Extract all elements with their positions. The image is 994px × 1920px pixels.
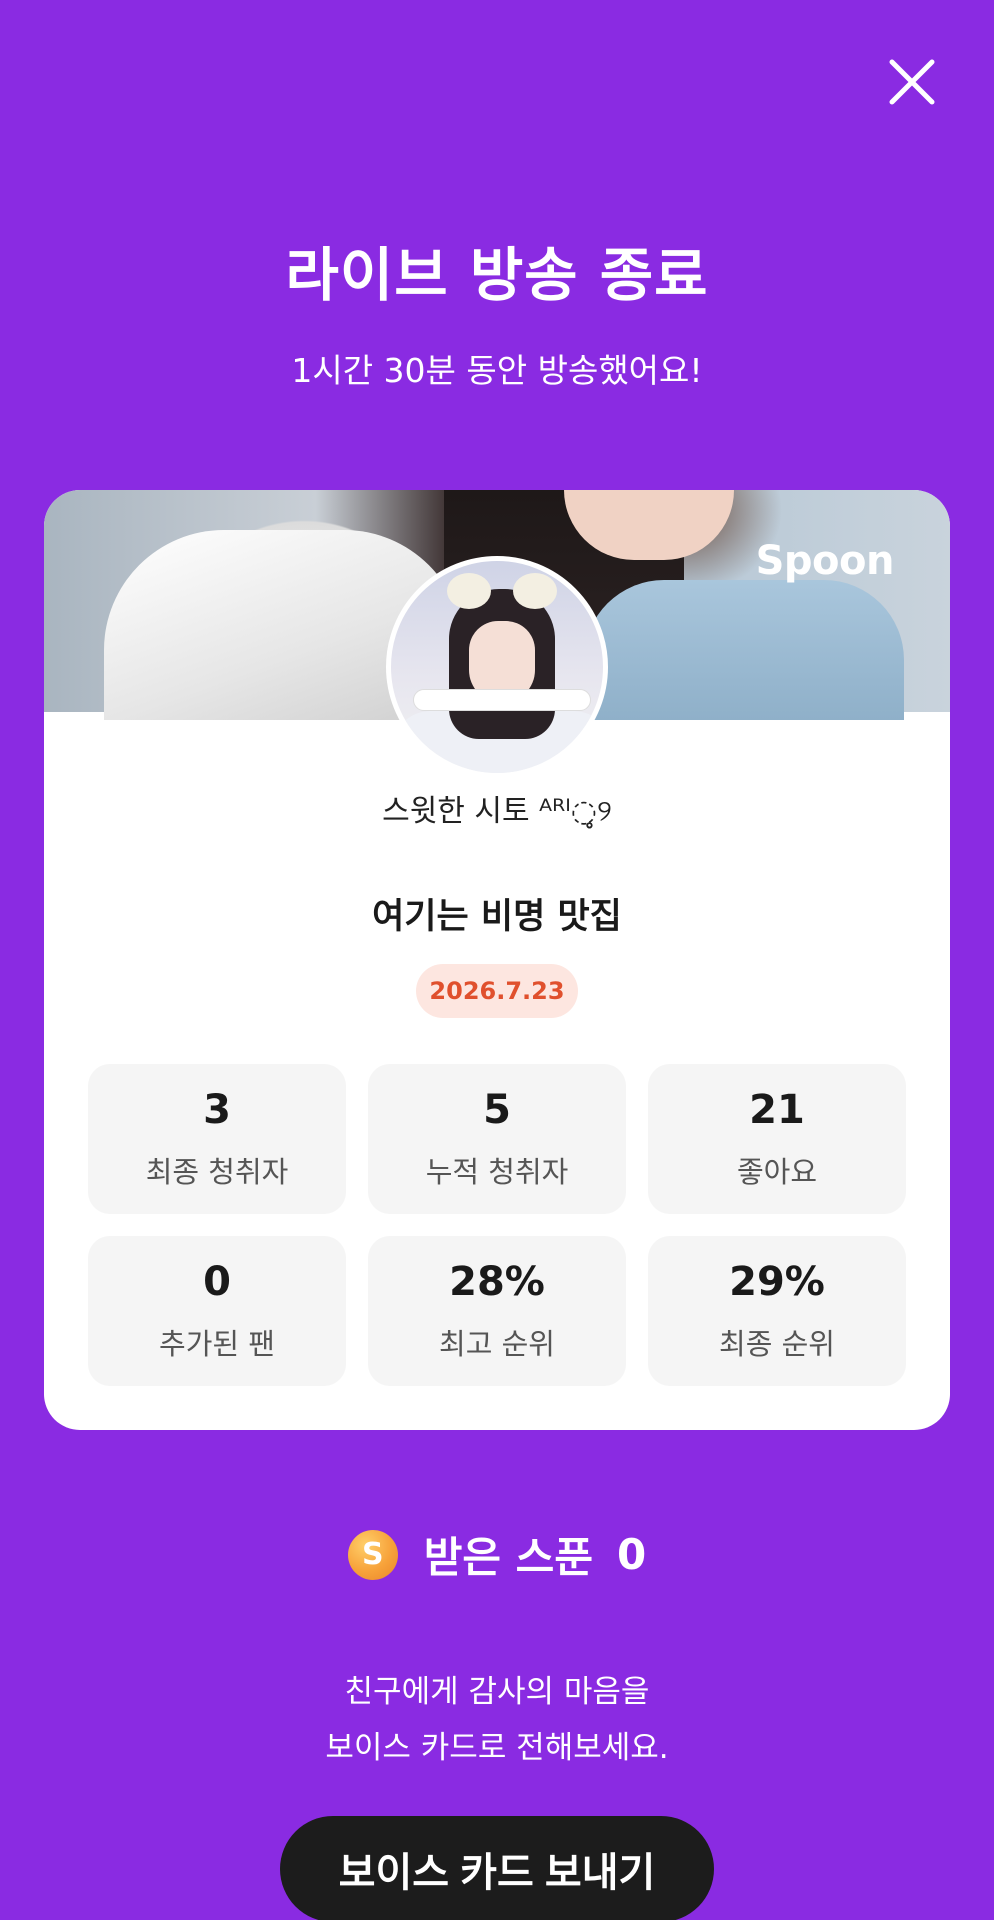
stat-new-fans: 0 추가된 팬	[88, 1236, 346, 1386]
stat-value: 29%	[729, 1259, 825, 1305]
received-spoons-label: 받은 스푼	[423, 1533, 593, 1582]
spoon-coin-icon: S	[347, 1529, 398, 1580]
stat-value: 21	[749, 1087, 805, 1133]
stat-value: 28%	[449, 1259, 545, 1305]
stat-label: 최종 순위	[719, 1327, 835, 1361]
stat-label: 추가된 팬	[159, 1327, 275, 1361]
page-title: 라이브 방송 종료	[285, 241, 709, 309]
stat-total-listeners: 5 누적 청취자	[368, 1064, 626, 1214]
stat-final-rank: 29% 최종 순위	[648, 1236, 906, 1386]
thanks-message-line2: 보이스 카드로 전해보세요.	[325, 1730, 669, 1766]
stat-value: 0	[203, 1259, 231, 1305]
stats-grid: 3 최종 청취자 5 누적 청취자 21 좋아요 0 추가된 팬 28% 최고 …	[88, 1064, 906, 1386]
room-title: 여기는 비명 맛집	[372, 897, 622, 937]
dj-nickname: 스윗한 시토 ᴬᴿᴵ◌̥୨	[382, 794, 612, 829]
stat-label: 좋아요	[736, 1155, 818, 1189]
thanks-message: 친구에게 감사의 마음을 보이스 카드로 전해보세요.	[0, 1664, 994, 1776]
send-voice-card-button[interactable]: 보이스 카드 보내기	[280, 1816, 714, 1920]
spoon-logo: Spoon	[755, 538, 895, 584]
stat-value: 5	[483, 1087, 511, 1133]
avatar	[386, 556, 608, 778]
thanks-message-line1: 친구에게 감사의 마음을	[344, 1674, 650, 1710]
stat-final-listeners: 3 최종 청취자	[88, 1064, 346, 1214]
date-badge: 2026.7.23	[416, 964, 578, 1018]
received-spoons: S 받은 스푼 0	[0, 1524, 994, 1585]
received-spoons-count: 0	[616, 1530, 647, 1579]
stat-likes: 21 좋아요	[648, 1064, 906, 1214]
close-icon	[889, 59, 935, 105]
broadcast-duration: 1시간 30분 동안 방송했어요!	[291, 351, 703, 390]
broadcast-summary-card: Spoon 스윗한 시토 ᴬᴿᴵ◌̥୨ 여기는 비명 맛집 2026.7.23 …	[44, 490, 950, 1430]
stat-label: 누적 청취자	[425, 1155, 569, 1189]
stat-value: 3	[203, 1087, 231, 1133]
stat-label: 최고 순위	[439, 1327, 555, 1361]
close-button[interactable]	[886, 56, 938, 108]
stat-label: 최종 청취자	[145, 1155, 289, 1189]
stat-best-rank: 28% 최고 순위	[368, 1236, 626, 1386]
